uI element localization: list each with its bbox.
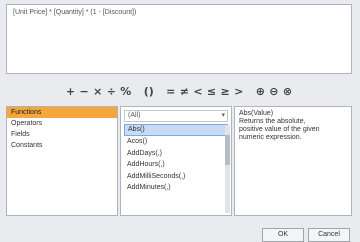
modulo-button[interactable]: % (118, 85, 133, 98)
parentheses-button[interactable]: () (142, 85, 156, 98)
function-item[interactable]: AddMilliSeconds(,) (124, 171, 228, 183)
plus-button[interactable]: + (64, 85, 78, 98)
function-list-scrollbar[interactable] (225, 125, 230, 213)
greater-than-button[interactable]: > (232, 85, 246, 98)
category-item-fields[interactable]: Fields (7, 129, 117, 140)
category-list: Functions Operators Fields Constants (6, 106, 118, 216)
not-equals-button[interactable]: ≠ (178, 85, 192, 98)
description-line: Abs(Value) (239, 110, 274, 117)
expression-editor[interactable]: [Unit Price] * [Quantity] * (1 - [Discou… (6, 4, 352, 74)
description-line: positive value of the given (239, 126, 320, 133)
operator-toolbar: + − × ÷ % () = ≠ < ≤ ≥ > ⊕ ⊖ ⊗ (6, 80, 352, 102)
category-item-operators[interactable]: Operators (7, 118, 117, 129)
function-item[interactable]: Abs() (124, 124, 228, 136)
function-item[interactable]: Acos() (124, 136, 228, 148)
less-than-button[interactable]: < (191, 85, 205, 98)
category-item-functions[interactable]: Functions (7, 107, 117, 118)
multiply-button[interactable]: × (91, 85, 105, 98)
function-list: Abs() Acos() AddDays(,) AddHours(,) AddM… (124, 124, 228, 194)
category-item-constants[interactable]: Constants (7, 140, 117, 151)
function-filter-dropdown[interactable]: (All) (124, 110, 228, 122)
and-button[interactable]: ⊕ (254, 85, 268, 98)
description-line: numeric expression. (239, 134, 302, 141)
not-button[interactable]: ⊗ (281, 85, 295, 98)
less-equal-button[interactable]: ≤ (205, 85, 219, 98)
function-panel: (All) Abs() Acos() AddDays(,) AddHours(,… (120, 106, 232, 216)
description-line: Returns the absolute, (239, 118, 306, 125)
function-item[interactable]: AddMinutes(,) (124, 182, 228, 194)
or-button[interactable]: ⊖ (267, 85, 281, 98)
function-item[interactable]: AddDays(,) (124, 148, 228, 160)
function-item[interactable]: AddHours(,) (124, 159, 228, 171)
divide-button[interactable]: ÷ (105, 85, 119, 98)
greater-equal-button[interactable]: ≥ (218, 85, 232, 98)
description-panel: Abs(Value) Returns the absolute, positiv… (234, 106, 352, 216)
expression-text: [Unit Price] * [Quantity] * (1 - [Discou… (13, 9, 137, 16)
equals-button[interactable]: = (164, 85, 178, 98)
minus-button[interactable]: − (77, 85, 91, 98)
